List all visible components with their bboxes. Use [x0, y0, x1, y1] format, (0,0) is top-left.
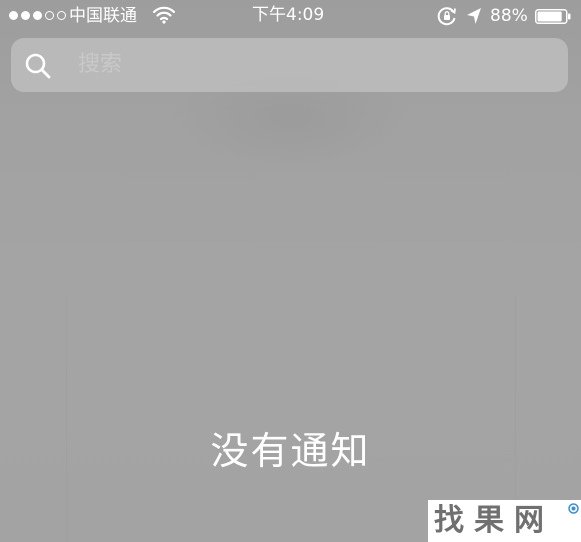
location-arrow-icon [467, 8, 481, 24]
battery-percentage: 88% [490, 6, 528, 26]
status-bar: 中国联通 下午4:09 88% [0, 0, 581, 32]
clock-time: 下午4:09 [252, 5, 325, 25]
watermark-logo: 找果网 [428, 500, 581, 542]
search-icon [25, 53, 51, 79]
watermark-text: 找果网 [434, 503, 554, 538]
wifi-icon [153, 6, 175, 24]
signal-dot [21, 11, 30, 20]
registered-mark-icon [568, 503, 579, 514]
carrier-name: 中国联通 [69, 6, 137, 26]
signal-dot [45, 11, 54, 20]
rotation-lock-icon [437, 7, 456, 26]
battery-icon [535, 9, 571, 24]
signal-dot [9, 11, 18, 20]
signal-dots-icon [9, 11, 66, 20]
signal-dot [33, 11, 42, 20]
signal-dot [57, 11, 66, 20]
notification-center: 中国联通 下午4:09 88% 搜索 没有通知 找果网 [0, 0, 581, 542]
search-placeholder: 搜索 [78, 52, 123, 77]
empty-notifications-message: 没有通知 [210, 429, 371, 473]
search-bar[interactable]: 搜索 [11, 38, 568, 92]
